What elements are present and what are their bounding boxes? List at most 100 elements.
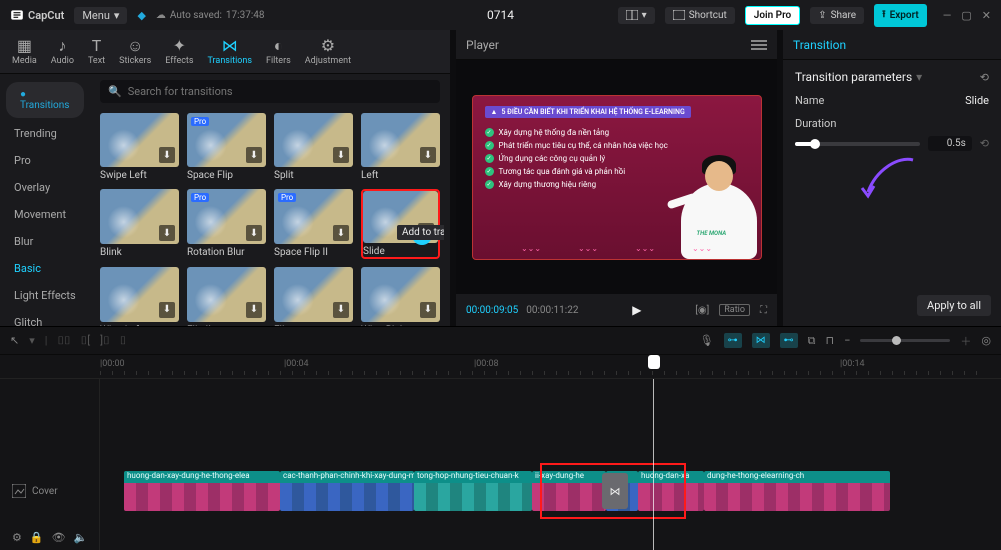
- pointer-tool-icon[interactable]: ↖: [10, 334, 19, 347]
- category-adjustment[interactable]: ⚙Adjustment: [299, 34, 357, 70]
- reset-icon[interactable]: ⟲: [980, 71, 989, 84]
- sidebar-item-basic[interactable]: Basic: [0, 255, 90, 282]
- timeline-clip[interactable]: dung-he-thong-elearning-ch: [704, 471, 890, 511]
- timeline-clip[interactable]: huong-dan-xa: [638, 471, 704, 511]
- transition-space-flip[interactable]: Pro⬇Space Flip: [187, 113, 266, 181]
- reset-duration-icon[interactable]: ⟲: [980, 137, 989, 150]
- download-icon[interactable]: ⬇: [246, 147, 262, 163]
- category-stickers[interactable]: ☺Stickers: [113, 34, 157, 70]
- delete-tool-icon[interactable]: ⌷: [120, 334, 127, 348]
- zoom-fit-icon[interactable]: ◎: [981, 334, 991, 347]
- transition-space-flip-ii[interactable]: Pro⬇Space Flip II: [274, 189, 353, 259]
- download-icon[interactable]: ⬇: [159, 225, 175, 241]
- playhead-handle[interactable]: [648, 355, 660, 369]
- category-media[interactable]: ▦Media: [6, 34, 43, 70]
- transition-swipe-left[interactable]: ⬇Swipe Left: [100, 113, 179, 181]
- color-icon[interactable]: [◉]: [695, 305, 709, 316]
- player-menu-icon[interactable]: [751, 40, 767, 50]
- download-icon[interactable]: ⬇: [420, 147, 436, 163]
- download-icon[interactable]: ⬇: [333, 302, 349, 318]
- cover-button[interactable]: Cover: [0, 471, 99, 511]
- sidebar-item-glitch[interactable]: Glitch: [0, 309, 90, 326]
- category-filters[interactable]: ◐Filters: [260, 34, 297, 70]
- transition-node[interactable]: ⋈: [602, 473, 628, 509]
- export-button[interactable]: ⭱Export: [874, 4, 927, 27]
- sidebar-item-overlay[interactable]: Overlay: [0, 174, 90, 201]
- sidebar-item-light-effects[interactable]: Light Effects: [0, 282, 90, 309]
- sidebar-pill-transitions[interactable]: ● Transitions: [6, 82, 84, 118]
- track-mute-icon[interactable]: 🔈: [74, 531, 88, 544]
- tool-chip-1[interactable]: ⊶: [724, 333, 742, 348]
- search-input-wrap[interactable]: 🔍: [100, 80, 440, 103]
- tool-chip-2[interactable]: ⋈: [752, 333, 770, 348]
- timeline-clip[interactable]: huong-dan-xay-dung-he-thong-elea: [124, 471, 280, 511]
- zoom-plus-icon[interactable]: ＋: [960, 333, 971, 349]
- apply-to-all-button[interactable]: Apply to all: [917, 295, 991, 316]
- duration-slider[interactable]: [795, 142, 920, 146]
- minimize-icon[interactable]: —: [943, 9, 952, 22]
- sidebar-item-trending[interactable]: Trending: [0, 120, 90, 147]
- close-icon[interactable]: ✕: [982, 9, 991, 22]
- link-icon[interactable]: ⧉: [808, 334, 816, 348]
- transition-rotation-blur[interactable]: Pro⬇Rotation Blur: [187, 189, 266, 259]
- tool-chip-3[interactable]: ⊷: [780, 333, 798, 348]
- layout-button[interactable]: ▾: [618, 7, 655, 24]
- timeline-clip[interactable]: ii-xay-dung-he: [532, 471, 606, 511]
- split-tool-icon[interactable]: ⌷⌷: [57, 334, 70, 348]
- text-icon: T: [92, 38, 102, 54]
- shortcut-button[interactable]: Shortcut: [665, 7, 735, 24]
- transition-left[interactable]: ⬇Left: [361, 113, 440, 181]
- download-icon[interactable]: ⬇: [420, 302, 436, 318]
- category-audio[interactable]: ♪Audio: [45, 34, 80, 70]
- app-logo: CapCut: [10, 8, 64, 22]
- download-icon[interactable]: ⬇: [159, 302, 175, 318]
- zoom-minus-icon[interactable]: −: [844, 334, 850, 347]
- sidebar-item-blur[interactable]: Blur: [0, 228, 90, 255]
- download-icon[interactable]: ⬇: [333, 225, 349, 241]
- menu-button[interactable]: Menu▾: [74, 7, 127, 24]
- split-right-icon[interactable]: ]⌷: [100, 334, 110, 348]
- transition-flip-ii[interactable]: ⬇Flip II: [187, 267, 266, 326]
- cloud-icon: ☁: [156, 10, 166, 21]
- download-icon[interactable]: ⬇: [246, 225, 262, 241]
- chevron-down-icon: ▾: [114, 9, 120, 22]
- search-input[interactable]: [128, 85, 432, 98]
- track-settings-icon[interactable]: ⚙: [12, 531, 22, 544]
- play-button[interactable]: ▶: [632, 303, 641, 317]
- timeline-clip[interactable]: cac-thanh-phan-chinh-khi-xay-dung-mo-h: [280, 471, 414, 511]
- transition-wipe-right[interactable]: ⬇Wipe Right: [361, 267, 440, 326]
- mic-icon[interactable]: 🎙: [700, 334, 714, 347]
- share-icon: ⇪: [818, 10, 826, 21]
- fullscreen-icon[interactable]: ⛶: [760, 305, 767, 316]
- ruler-tick: |00:14: [840, 359, 865, 369]
- download-icon[interactable]: ⬇: [159, 147, 175, 163]
- transition-blink[interactable]: ⬇Blink: [100, 189, 179, 259]
- category-text[interactable]: TText: [82, 34, 111, 70]
- category-transitions[interactable]: ⋈Transitions: [202, 34, 259, 70]
- duration-value[interactable]: 0.5s: [928, 136, 972, 151]
- sidebar-item-movement[interactable]: Movement: [0, 201, 90, 228]
- magnet-icon[interactable]: ⊓: [826, 334, 835, 347]
- join-pro-button[interactable]: Join Pro: [745, 6, 800, 25]
- download-icon[interactable]: ⬇: [333, 147, 349, 163]
- download-icon[interactable]: ⬇: [246, 302, 262, 318]
- category-effects[interactable]: ✦Effects: [159, 34, 199, 70]
- transition-slide[interactable]: ⬇Slide+Add to track: [361, 189, 440, 259]
- split-left-icon[interactable]: ⌷[: [81, 334, 91, 348]
- share-button[interactable]: ⇪Share: [810, 7, 864, 24]
- zoom-slider[interactable]: [860, 339, 950, 342]
- transition-wipe-left[interactable]: ⬇Wipe Left: [100, 267, 179, 326]
- transition-split[interactable]: ⬇Split: [274, 113, 353, 181]
- sidebar-item-pro[interactable]: Pro: [0, 147, 90, 174]
- ratio-button[interactable]: Ratio: [719, 304, 750, 316]
- pro-badge: Pro: [191, 193, 209, 202]
- timecode-total: 00:00:11:22: [526, 305, 578, 316]
- timeline-ruler[interactable]: |00:00|00:04|00:08|00:14: [0, 355, 1001, 379]
- check-icon: ✓: [485, 154, 494, 163]
- transition-flip[interactable]: ⬇Flip: [274, 267, 353, 326]
- timecode-current: 00:00:09:05: [466, 305, 518, 316]
- timeline-clip[interactable]: tong-hop-nhung-tieu-chuan-k: [414, 471, 532, 511]
- maximize-icon[interactable]: ▢: [961, 9, 971, 22]
- track-visible-icon[interactable]: 👁: [52, 531, 66, 544]
- track-lock-icon[interactable]: 🔒: [30, 531, 44, 544]
